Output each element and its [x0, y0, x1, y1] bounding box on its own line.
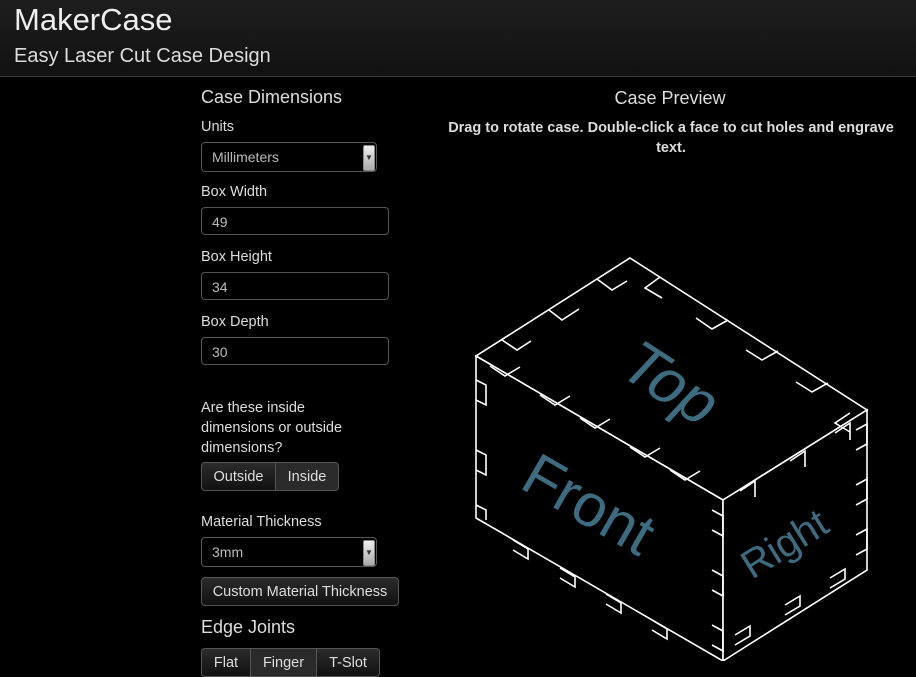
- box-height-label: Box Height: [201, 249, 272, 265]
- chevron-down-icon[interactable]: ▼: [363, 145, 375, 171]
- inside-outside-question: Are these inside dimensions or outside d…: [201, 400, 343, 456]
- box-width-label: Box Width: [201, 184, 268, 200]
- box-depth-input[interactable]: 30: [201, 337, 389, 365]
- preview-instructions: Drag to rotate case. Double-click a face…: [448, 120, 894, 156]
- units-select-value: Millimeters: [212, 149, 279, 165]
- inside-button[interactable]: Inside: [275, 462, 339, 491]
- box-depth-label: Box Depth: [201, 314, 269, 330]
- app-header: MakerCase Easy Laser Cut Case Design: [0, 0, 916, 77]
- material-thickness-select[interactable]: 3mm ▼: [201, 537, 377, 567]
- box-width-input[interactable]: 49: [201, 207, 389, 235]
- box-height-input[interactable]: 34: [201, 272, 389, 300]
- outside-button[interactable]: Outside: [201, 462, 276, 491]
- case-preview-canvas[interactable]: Top Front Right: [420, 250, 900, 661]
- custom-material-thickness-button[interactable]: Custom Material Thickness: [201, 577, 399, 606]
- app-subtitle: Easy Laser Cut Case Design: [14, 45, 271, 67]
- chevron-down-icon[interactable]: ▼: [363, 540, 375, 566]
- joint-finger-button[interactable]: Finger: [250, 648, 317, 677]
- joint-flat-button[interactable]: Flat: [201, 648, 251, 677]
- units-label: Units: [201, 119, 235, 135]
- case-preview-heading: Case Preview: [614, 88, 726, 108]
- edge-joints-heading: Edge Joints: [201, 617, 296, 637]
- units-select[interactable]: Millimeters ▼: [201, 142, 377, 172]
- material-thickness-label: Material Thickness: [201, 514, 322, 530]
- case-dimensions-heading: Case Dimensions: [201, 87, 343, 107]
- app-title: MakerCase: [14, 2, 173, 37]
- material-thickness-value: 3mm: [212, 544, 244, 560]
- joint-tslot-button[interactable]: T-Slot: [316, 648, 380, 677]
